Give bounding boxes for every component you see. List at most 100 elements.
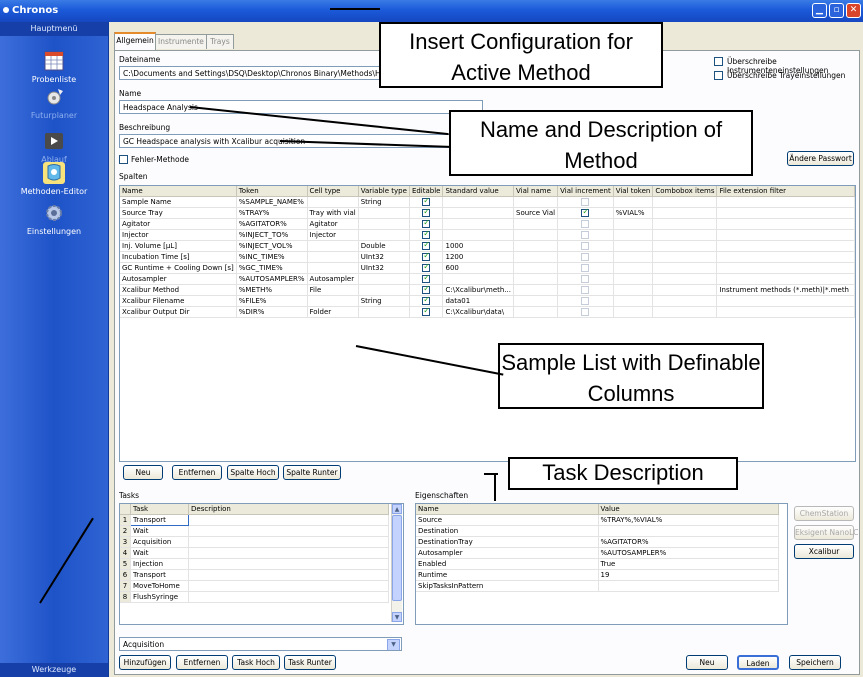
xcalibur-button[interactable]: Xcalibur: [794, 544, 854, 559]
tasks-scrollbar[interactable]: ▲ ▼: [391, 504, 402, 622]
checkbox[interactable]: [581, 242, 590, 250]
vial-increment-cell[interactable]: [557, 229, 614, 241]
column-remove-button[interactable]: Entfernen: [172, 465, 222, 480]
tab-allgemein[interactable]: Allgemein: [114, 32, 156, 50]
row-number[interactable]: 3: [120, 536, 131, 548]
columns-header-cell[interactable]: Name: [120, 186, 237, 197]
table-row[interactable]: Sample Name %SAMPLE_NAME% String: [120, 196, 855, 208]
checkbox[interactable]: [581, 264, 590, 272]
sidebar-item-ablauf[interactable]: Ablauf: [0, 130, 108, 164]
checkbox[interactable]: [422, 274, 431, 283]
editable-cell[interactable]: [409, 196, 444, 208]
table-cell[interactable]: [613, 251, 654, 263]
editable-cell[interactable]: [409, 207, 444, 219]
chemstation-button[interactable]: ChemStation: [794, 506, 854, 521]
table-cell[interactable]: Autosampler: [307, 273, 359, 285]
name-field[interactable]: Headspace Analysis: [119, 100, 483, 114]
editable-cell[interactable]: [409, 306, 444, 318]
sidebar-footer[interactable]: Werkzeuge: [0, 663, 108, 677]
vial-increment-cell[interactable]: [557, 207, 614, 219]
table-cell[interactable]: [442, 218, 515, 230]
table-cell[interactable]: [358, 273, 410, 285]
checkbox[interactable]: [581, 253, 590, 261]
table-cell[interactable]: [513, 273, 559, 285]
row-number[interactable]: 6: [120, 569, 131, 581]
checkbox[interactable]: [581, 198, 590, 206]
task-cell[interactable]: Acquisition: [130, 536, 189, 548]
checkbox[interactable]: [422, 230, 431, 239]
checkbox[interactable]: [581, 208, 590, 217]
description-cell[interactable]: [188, 547, 389, 559]
editable-cell[interactable]: [409, 262, 444, 274]
table-row[interactable]: 1 Transport: [120, 514, 389, 526]
table-cell[interactable]: [442, 196, 515, 208]
task-cell[interactable]: Injection: [130, 558, 189, 570]
column-down-button[interactable]: Spalte Runter: [283, 465, 341, 480]
columns-header-cell[interactable]: Token: [236, 186, 308, 197]
description-cell[interactable]: [188, 569, 389, 581]
table-cell[interactable]: Injector: [307, 229, 359, 241]
tasks-header-task[interactable]: Task: [130, 504, 189, 515]
properties-header-value[interactable]: Value: [598, 504, 779, 515]
tab-trays[interactable]: Trays: [206, 34, 234, 49]
tab-instrumente[interactable]: Instrumente: [155, 34, 207, 49]
table-cell[interactable]: Agitator: [120, 218, 237, 230]
task-cell[interactable]: Transport: [130, 514, 189, 526]
table-row[interactable]: Injector %INJECT_TO% Injector: [120, 229, 855, 241]
checkbox[interactable]: [422, 197, 431, 206]
table-cell[interactable]: UInt32: [358, 262, 410, 274]
vial-increment-cell[interactable]: [557, 273, 614, 285]
minimize-icon[interactable]: ▁: [812, 3, 827, 18]
property-name-cell[interactable]: DestinationTray: [416, 536, 599, 548]
table-cell[interactable]: [307, 196, 359, 208]
table-cell[interactable]: [716, 262, 855, 274]
table-cell[interactable]: [652, 306, 718, 318]
table-cell[interactable]: data01: [442, 295, 515, 307]
description-cell[interactable]: [188, 525, 389, 537]
table-row[interactable]: DestinationTray %AGITATOR%: [416, 536, 779, 548]
table-cell[interactable]: Xcalibur Output Dir: [120, 306, 237, 318]
checkbox[interactable]: [581, 275, 590, 283]
table-cell[interactable]: [613, 196, 654, 208]
task-add-button[interactable]: Hinzufügen: [119, 655, 171, 670]
checkbox[interactable]: [581, 286, 590, 294]
table-cell[interactable]: [716, 207, 855, 219]
table-cell[interactable]: GC Runtime + Cooling Down [s]: [120, 262, 237, 274]
property-name-cell[interactable]: Runtime: [416, 569, 599, 581]
table-cell[interactable]: 1000: [442, 240, 515, 252]
table-cell[interactable]: Instrument methods (*.meth)|*.meth: [716, 284, 855, 296]
table-cell[interactable]: Xcalibur Method: [120, 284, 237, 296]
table-cell[interactable]: %VIAL%: [613, 207, 654, 219]
property-value-cell[interactable]: [598, 580, 779, 592]
table-cell[interactable]: [716, 240, 855, 252]
table-row[interactable]: Autosampler %AUTOSAMPLER% Autosampler: [120, 273, 855, 285]
property-value-cell[interactable]: True: [598, 558, 779, 570]
table-cell[interactable]: %METH%: [236, 284, 308, 296]
table-cell[interactable]: [652, 229, 718, 241]
vial-increment-cell[interactable]: [557, 262, 614, 274]
vial-increment-cell[interactable]: [557, 306, 614, 318]
task-cell[interactable]: FlushSyringe: [130, 591, 189, 603]
table-row[interactable]: Xcalibur Output Dir%DIR%Folder C:\Xcalibu…: [120, 306, 855, 318]
checkbox[interactable]: [581, 220, 590, 228]
table-cell[interactable]: [513, 240, 559, 252]
table-cell[interactable]: [513, 251, 559, 263]
table-cell[interactable]: [513, 295, 559, 307]
table-row[interactable]: Enabled True: [416, 558, 779, 570]
table-row[interactable]: 5 Injection: [120, 558, 389, 570]
row-number[interactable]: 5: [120, 558, 131, 570]
editable-cell[interactable]: [409, 251, 444, 263]
method-load-button[interactable]: Laden: [737, 655, 779, 670]
row-number[interactable]: 4: [120, 547, 131, 559]
table-cell[interactable]: [513, 284, 559, 296]
table-cell[interactable]: [358, 306, 410, 318]
vial-increment-cell[interactable]: [557, 251, 614, 263]
table-cell[interactable]: [613, 229, 654, 241]
checkbox[interactable]: [422, 241, 431, 250]
table-cell[interactable]: [358, 218, 410, 230]
columns-header-cell[interactable]: Vial token: [613, 186, 654, 197]
table-cell[interactable]: Xcalibur Filename: [120, 295, 237, 307]
table-cell[interactable]: [716, 251, 855, 263]
table-row[interactable]: Source %TRAY%,%VIAL%: [416, 514, 779, 526]
property-value-cell[interactable]: %AUTOSAMPLER%: [598, 547, 779, 559]
